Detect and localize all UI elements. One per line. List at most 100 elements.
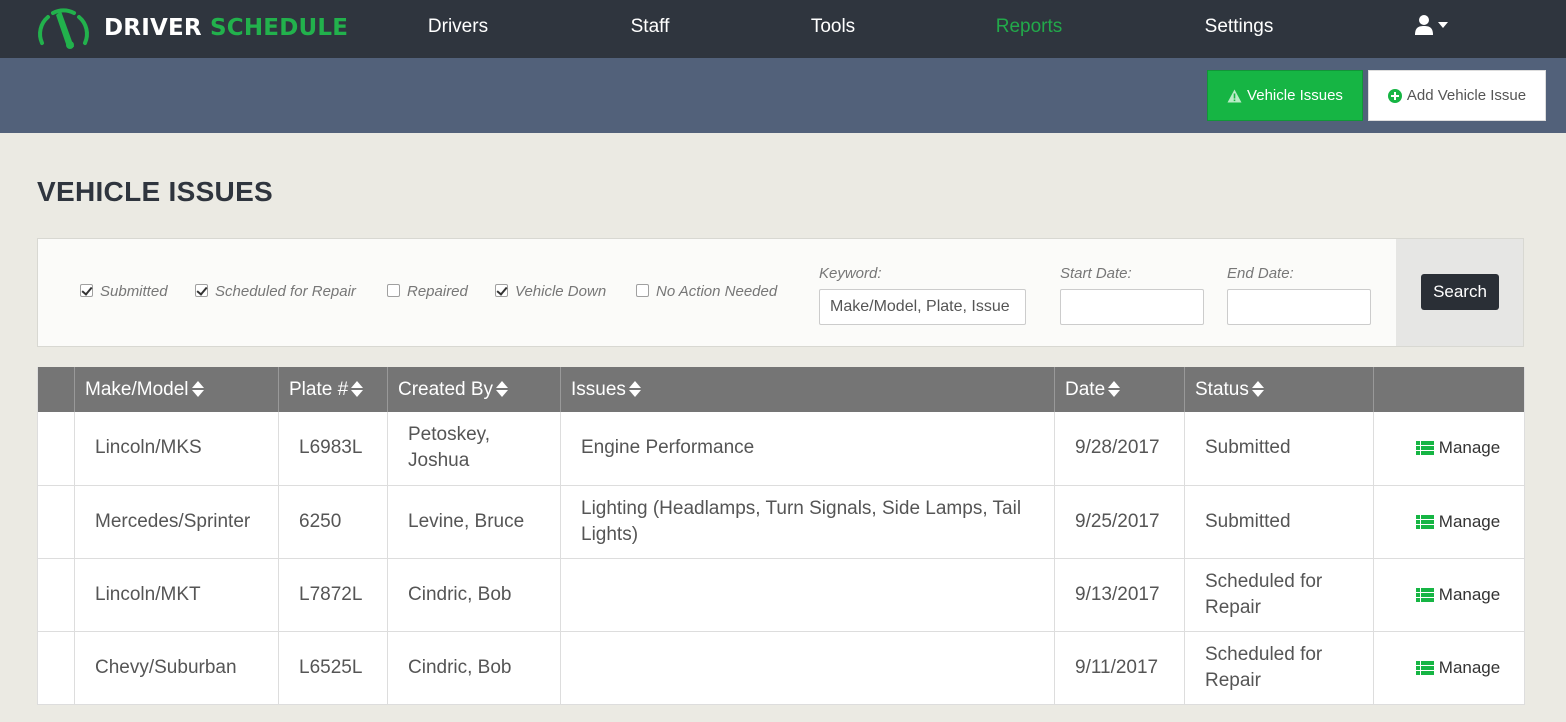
sort-icon xyxy=(191,381,204,398)
checkbox-label: Submitted xyxy=(100,283,168,300)
list-icon xyxy=(1415,441,1434,456)
checkbox-box[interactable] xyxy=(495,284,508,297)
column-header-created-by[interactable]: Created By xyxy=(387,367,561,412)
make-model-cell: Lincoln/MKS xyxy=(74,412,279,486)
manage-button[interactable]: Manage xyxy=(1394,509,1514,535)
warning-icon xyxy=(1227,89,1242,102)
filter-vehicle-down-checkbox[interactable]: Vehicle Down xyxy=(495,283,606,300)
nav-settings[interactable]: Settings xyxy=(1205,16,1274,38)
column-header-status[interactable]: Status xyxy=(1184,367,1374,412)
speedometer-icon xyxy=(38,8,89,49)
sort-icon xyxy=(496,381,509,398)
row-select-cell xyxy=(37,485,75,559)
row-select-cell xyxy=(37,412,75,486)
manage-label: Manage xyxy=(1438,511,1501,531)
search-button[interactable]: Search xyxy=(1421,274,1499,310)
column-header-plate[interactable]: Plate # xyxy=(278,367,388,412)
actions-cell: Manage xyxy=(1373,558,1525,632)
filter-no-action-checkbox[interactable]: No Action Needed xyxy=(636,283,777,300)
sort-icon xyxy=(628,381,641,398)
nav-drivers[interactable]: Drivers xyxy=(428,16,488,38)
top-navbar: DRIVER SCHEDULE Drivers Staff Tools Repo… xyxy=(0,0,1566,58)
filter-submitted-checkbox[interactable]: Submitted xyxy=(80,283,168,300)
date-cell: 9/11/2017 xyxy=(1054,631,1185,705)
status-cell: Scheduled for Repair xyxy=(1184,631,1374,705)
actions-cell: Manage xyxy=(1373,485,1525,559)
keyword-label: Keyword: xyxy=(819,265,882,282)
end-date-label: End Date: xyxy=(1227,265,1294,282)
nav-staff[interactable]: Staff xyxy=(631,16,670,38)
created-by-cell: Levine, Bruce xyxy=(387,485,561,559)
date-cell: 9/13/2017 xyxy=(1054,558,1185,632)
column-header-issues[interactable]: Issues xyxy=(560,367,1055,412)
status-cell: Submitted xyxy=(1184,485,1374,559)
table-row: Lincoln/MKS L6983L Petoskey, Joshua Engi… xyxy=(37,412,1525,486)
filter-scheduled-checkbox[interactable]: Scheduled for Repair xyxy=(195,283,356,300)
checkbox-label: Scheduled for Repair xyxy=(215,283,356,300)
created-by-cell: Cindric, Bob xyxy=(387,631,561,705)
user-menu[interactable] xyxy=(1415,14,1449,36)
issues-cell: Lighting (Headlamps, Turn Signals, Side … xyxy=(560,485,1055,559)
column-header-select xyxy=(37,367,75,412)
date-cell: 9/25/2017 xyxy=(1054,485,1185,559)
vehicle-issues-button[interactable]: Vehicle Issues xyxy=(1207,70,1363,121)
table-row: Mercedes/Sprinter 6250 Levine, Bruce Lig… xyxy=(37,485,1525,559)
column-header-actions xyxy=(1373,367,1525,412)
make-model-cell: Lincoln/MKT xyxy=(74,558,279,632)
created-by-cell: Cindric, Bob xyxy=(387,558,561,632)
manage-label: Manage xyxy=(1438,657,1501,677)
row-select-cell xyxy=(37,631,75,705)
checkbox-box[interactable] xyxy=(387,284,400,297)
actions-cell: Manage xyxy=(1373,631,1525,705)
plate-cell: L7872L xyxy=(278,558,388,632)
status-cell: Scheduled for Repair xyxy=(1184,558,1374,632)
vehicle-issues-label: Vehicle Issues xyxy=(1247,87,1343,104)
plate-cell: 6250 xyxy=(278,485,388,559)
filter-repaired-checkbox[interactable]: Repaired xyxy=(387,283,468,300)
list-icon xyxy=(1415,514,1434,529)
keyword-input[interactable] xyxy=(819,289,1026,325)
column-header-make-model[interactable]: Make/Model xyxy=(74,367,279,412)
manage-button[interactable]: Manage xyxy=(1394,655,1514,681)
filter-panel: Submitted Scheduled for Repair Repaired … xyxy=(37,238,1524,347)
make-model-cell: Chevy/Suburban xyxy=(74,631,279,705)
checkbox-box[interactable] xyxy=(80,284,93,297)
sort-icon xyxy=(1108,381,1121,398)
add-vehicle-issue-button[interactable]: Add Vehicle Issue xyxy=(1368,70,1546,121)
start-date-input[interactable] xyxy=(1060,289,1204,325)
created-by-cell: Petoskey, Joshua xyxy=(387,412,561,486)
caret-down-icon xyxy=(1438,22,1448,28)
add-vehicle-issue-label: Add Vehicle Issue xyxy=(1406,87,1527,104)
nav-reports[interactable]: Reports xyxy=(996,16,1063,38)
row-select-cell xyxy=(37,558,75,632)
checkbox-label: Repaired xyxy=(407,283,468,300)
user-icon xyxy=(1415,15,1433,35)
column-header-date[interactable]: Date xyxy=(1054,367,1185,412)
nav-tools[interactable]: Tools xyxy=(811,16,855,38)
status-cell: Submitted xyxy=(1184,412,1374,486)
page-title: VEHICLE ISSUES xyxy=(37,176,274,207)
list-icon xyxy=(1415,587,1434,602)
table-row: Chevy/Suburban L6525L Cindric, Bob 9/11/… xyxy=(37,631,1525,705)
table-row: Lincoln/MKT L7872L Cindric, Bob 9/13/201… xyxy=(37,558,1525,632)
brand-logo[interactable]: DRIVER SCHEDULE xyxy=(34,4,348,52)
vehicle-issues-table: Make/Model Plate # Created By Issues Dat… xyxy=(37,367,1525,705)
plate-cell: L6983L xyxy=(278,412,388,486)
make-model-cell: Mercedes/Sprinter xyxy=(74,485,279,559)
list-icon xyxy=(1415,660,1434,675)
issues-cell: Engine Performance xyxy=(560,412,1055,486)
brand-name: DRIVER SCHEDULE xyxy=(104,15,349,41)
manage-button[interactable]: Manage xyxy=(1394,435,1514,461)
checkbox-box[interactable] xyxy=(195,284,208,297)
checkbox-label: No Action Needed xyxy=(656,283,778,300)
sort-icon xyxy=(351,381,364,398)
issues-cell xyxy=(560,631,1055,705)
table-header-row: Make/Model Plate # Created By Issues Dat… xyxy=(37,367,1525,412)
plate-cell: L6525L xyxy=(278,631,388,705)
manage-label: Manage xyxy=(1438,438,1501,458)
manage-button[interactable]: Manage xyxy=(1394,582,1514,608)
checkbox-box[interactable] xyxy=(636,284,649,297)
end-date-input[interactable] xyxy=(1227,289,1371,325)
sort-icon xyxy=(1251,381,1264,398)
plus-circle-icon xyxy=(1387,88,1402,103)
